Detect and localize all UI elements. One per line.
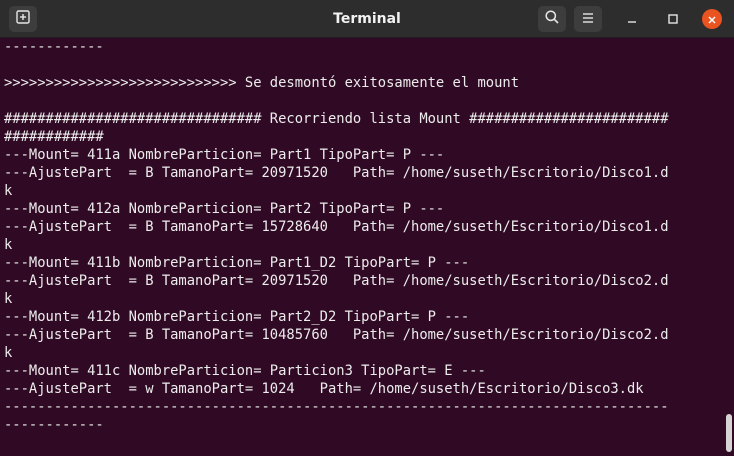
terminal-line: ---Mount= 411a NombreParticion= Part1 Ti…: [4, 147, 445, 163]
terminal-line: ---AjustePart = w TamanoPart= 1024 Path=…: [4, 381, 644, 397]
title-bar[interactable]: Terminal: [0, 0, 734, 38]
close-button[interactable]: [702, 9, 722, 29]
terminal-line: ---Mount= 412b NombreParticion= Part2_D2…: [4, 309, 470, 325]
terminal-line: ------------: [4, 39, 104, 55]
scrollbar-thumb[interactable]: [726, 414, 732, 452]
terminal-line: k: [4, 345, 13, 361]
terminal-line: ---AjustePart = B TamanoPart= 20971520 P…: [4, 165, 669, 181]
terminal-line: ############: [4, 129, 104, 145]
terminal-line: ---Mount= 411c NombreParticion= Particio…: [4, 363, 486, 379]
terminal-line: ############################### Recorrie…: [4, 111, 669, 127]
terminal-line: k: [4, 237, 13, 253]
maximize-button[interactable]: [663, 9, 683, 29]
terminal-line: >>>>>>>>>>>>>>>>>>>>>>>>>>>> Se desmontó…: [4, 75, 519, 91]
terminal-line: ---AjustePart = B TamanoPart= 20971520 P…: [4, 273, 669, 289]
menu-button[interactable]: [574, 6, 602, 32]
terminal-line: ------------: [4, 417, 104, 433]
terminal-line: ---AjustePart = B TamanoPart= 15728640 P…: [4, 219, 669, 235]
terminal-line: ---Mount= 411b NombreParticion= Part1_D2…: [4, 255, 470, 271]
minimize-icon: [626, 10, 638, 29]
search-button[interactable]: [538, 6, 566, 32]
hamburger-menu-icon: [581, 10, 595, 29]
terminal-line: ---AjustePart = B TamanoPart= 10485760 P…: [4, 327, 669, 343]
terminal-line: ---Mount= 412a NombreParticion= Part2 Ti…: [4, 201, 445, 217]
terminal-line: ----------------------------------------…: [4, 399, 669, 415]
search-icon: [544, 9, 560, 29]
minimize-button[interactable]: [622, 9, 642, 29]
terminal-line: k: [4, 291, 13, 307]
terminal-window: Terminal ------------ >>>>>>>>>>>>>>>>>>…: [0, 0, 734, 456]
terminal-line: k: [4, 183, 13, 199]
terminal-output[interactable]: ------------ >>>>>>>>>>>>>>>>>>>>>>>>>>>…: [0, 38, 722, 456]
scrollbar[interactable]: [722, 38, 734, 456]
terminal-text: ------------ >>>>>>>>>>>>>>>>>>>>>>>>>>>…: [0, 38, 722, 434]
close-icon: [707, 10, 717, 29]
maximize-icon: [667, 10, 679, 29]
